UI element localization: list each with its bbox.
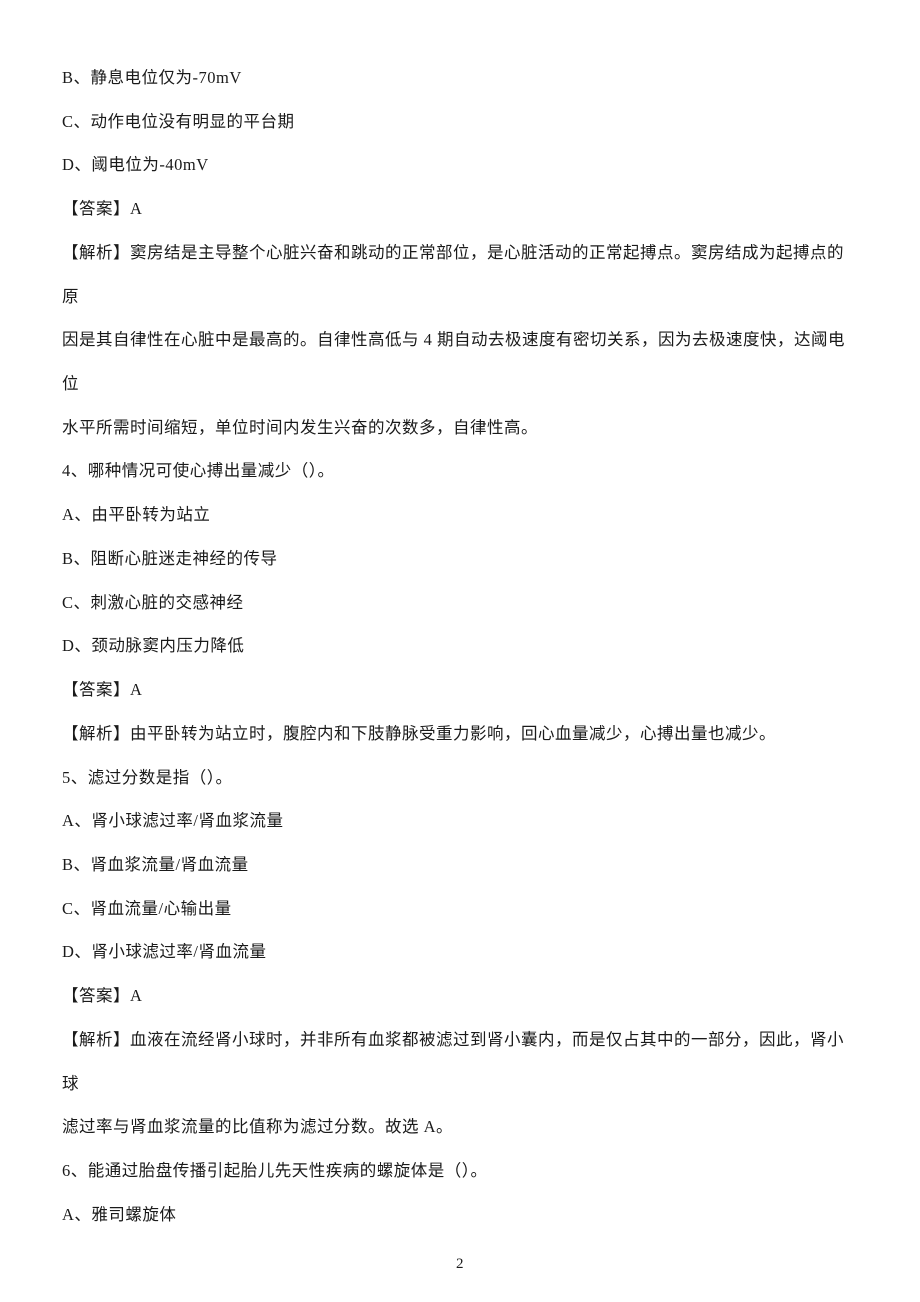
option-b: B、阻断心脏迷走神经的传导 [62,537,858,581]
option-c: C、刺激心脏的交感神经 [62,581,858,625]
explanation-text: 水平所需时间缩短，单位时间内发生兴奋的次数多，自律性高。 [62,406,858,450]
answer-label: 【答案】A [62,668,858,712]
option-c: C、肾血流量/心输出量 [62,887,858,931]
option-a: A、由平卧转为站立 [62,493,858,537]
option-a: A、肾小球滤过率/肾血浆流量 [62,799,858,843]
option-a: A、雅司螺旋体 [62,1193,858,1237]
explanation-text: 因是其自律性在心脏中是最高的。自律性高低与 4 期自动去极速度有密切关系，因为去… [62,318,858,405]
option-b: B、静息电位仅为-70mV [62,56,858,100]
explanation-text: 滤过率与肾血浆流量的比值称为滤过分数。故选 A。 [62,1105,858,1149]
option-b: B、肾血浆流量/肾血流量 [62,843,858,887]
explanation-text: 【解析】血液在流经肾小球时，并非所有血浆都被滤过到肾小囊内，而是仅占其中的一部分… [62,1018,858,1105]
option-c: C、动作电位没有明显的平台期 [62,100,858,144]
question-6: 6、能通过胎盘传播引起胎儿先天性疾病的螺旋体是（）。 [62,1149,858,1193]
question-5: 5、滤过分数是指（）。 [62,756,858,800]
explanation-text: 【解析】由平卧转为站立时，腹腔内和下肢静脉受重力影响，回心血量减少，心搏出量也减… [62,712,858,756]
explanation-text: 【解析】窦房结是主导整个心脏兴奋和跳动的正常部位，是心脏活动的正常起搏点。窦房结… [62,231,858,318]
document-page: B、静息电位仅为-70mV C、动作电位没有明显的平台期 D、阈电位为-40mV… [0,0,920,1302]
page-number: 2 [0,1257,920,1272]
option-d: D、阈电位为-40mV [62,143,858,187]
answer-label: 【答案】A [62,187,858,231]
option-d: D、肾小球滤过率/肾血流量 [62,930,858,974]
answer-label: 【答案】A [62,974,858,1018]
question-4: 4、哪种情况可使心搏出量减少（）。 [62,449,858,493]
option-d: D、颈动脉窦内压力降低 [62,624,858,668]
